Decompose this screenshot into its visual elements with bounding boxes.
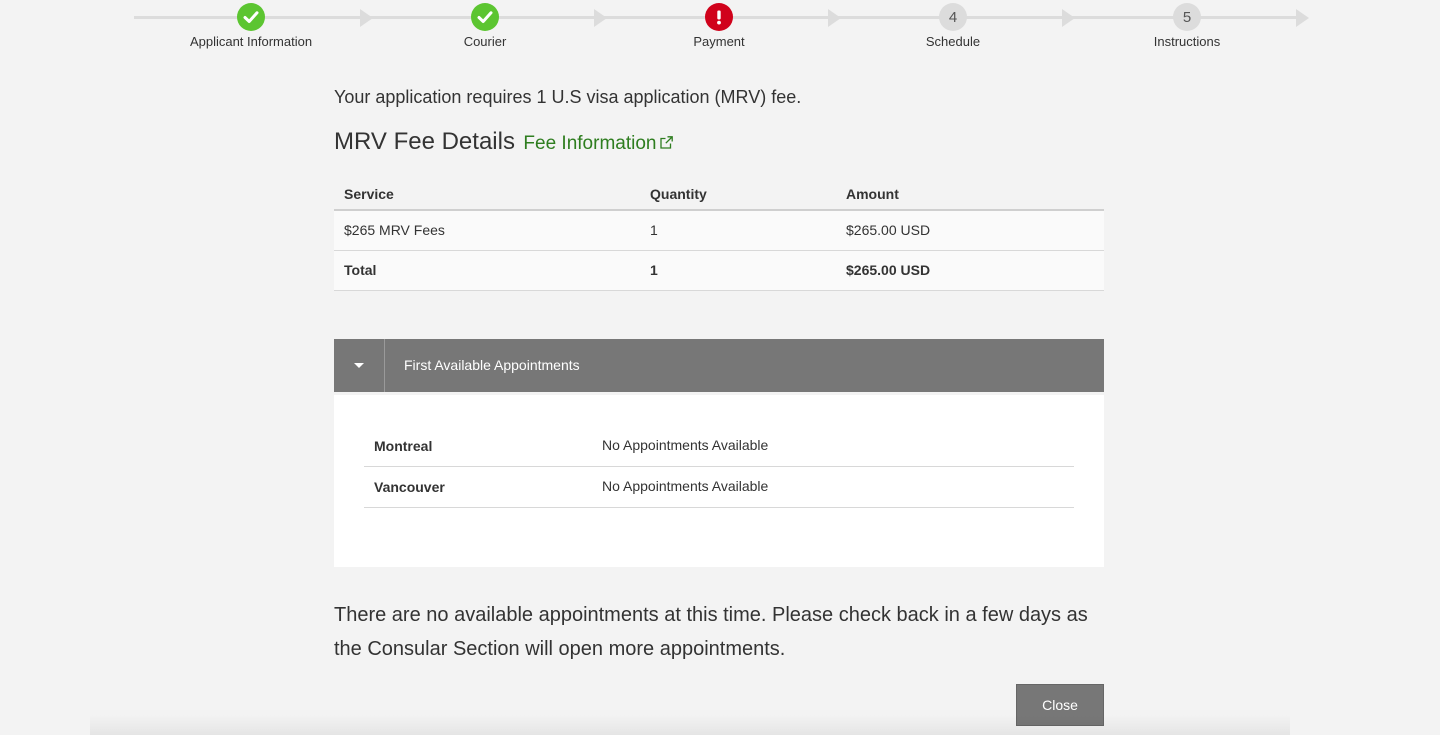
stepper-arrow — [1296, 9, 1309, 27]
check-icon — [471, 3, 499, 31]
page-title: MRV Fee Details — [334, 128, 515, 155]
step-schedule: 4 Schedule — [873, 3, 1033, 49]
step-number: 4 — [939, 3, 967, 31]
step-courier: Courier — [405, 3, 565, 49]
stepper-arrow — [828, 9, 841, 27]
amount-cell: $265.00 USD — [836, 210, 1104, 251]
check-icon — [237, 3, 265, 31]
caret-down-icon — [354, 363, 364, 368]
fee-table: Service Quantity Amount $265 MRV Fees 1 … — [334, 178, 1104, 291]
stepper-arrow — [1062, 9, 1075, 27]
step-label: Applicant Information — [189, 34, 313, 49]
accordion-title: First Available Appointments — [404, 357, 580, 373]
external-link-icon — [660, 136, 674, 149]
service-cell: $265 MRV Fees — [334, 210, 640, 251]
appointment-city: Montreal — [374, 438, 433, 454]
first-available-appointments-accordion[interactable]: First Available Appointments — [334, 339, 1104, 392]
column-header-amount: Amount — [836, 178, 1104, 211]
step-label: Courier — [463, 34, 507, 49]
exclamation-icon — [705, 3, 733, 31]
step-label: Payment — [693, 34, 745, 49]
appointment-status: No Appointments Available — [602, 437, 769, 453]
list-item: Vancouver No Appointments Available — [364, 466, 1074, 508]
stepper-arrow — [360, 9, 373, 27]
step-payment: Payment — [639, 3, 799, 49]
table-header-row: Service Quantity Amount — [334, 178, 1104, 211]
list-item: Montreal No Appointments Available — [364, 425, 1074, 467]
stepper-arrow — [594, 9, 607, 27]
accordion-toggle[interactable] — [334, 339, 385, 392]
step-label: Schedule — [925, 34, 981, 49]
step-number: 5 — [1173, 3, 1201, 31]
appointments-panel: Montreal No Appointments Available Vanco… — [334, 395, 1104, 567]
appointment-status: No Appointments Available — [602, 478, 769, 494]
total-amount: $265.00 USD — [836, 250, 1104, 291]
step-label: Instructions — [1153, 34, 1221, 49]
progress-stepper: Applicant Information Courier Payment 4 … — [0, 0, 1440, 60]
quantity-cell: 1 — [640, 210, 836, 251]
no-appointments-notice: There are no available appointments at t… — [334, 604, 1088, 660]
fee-heading: MRV Fee Details Fee Information — [334, 128, 674, 156]
total-label: Total — [334, 250, 640, 291]
fee-information-link[interactable]: Fee Information — [523, 133, 674, 154]
total-quantity: 1 — [640, 250, 836, 291]
step-instructions: 5 Instructions — [1107, 3, 1267, 49]
table-row: $265 MRV Fees 1 $265.00 USD — [334, 210, 1104, 251]
fee-link-label: Fee Information — [523, 133, 657, 154]
appointment-city: Vancouver — [374, 479, 445, 495]
requirement-text: Your application requires 1 U.S visa app… — [334, 87, 802, 107]
footer-shadow — [90, 715, 1290, 735]
column-header-service: Service — [334, 178, 640, 211]
step-applicant-information: Applicant Information — [171, 3, 331, 49]
total-row: Total 1 $265.00 USD — [334, 250, 1104, 291]
column-header-quantity: Quantity — [640, 178, 836, 211]
